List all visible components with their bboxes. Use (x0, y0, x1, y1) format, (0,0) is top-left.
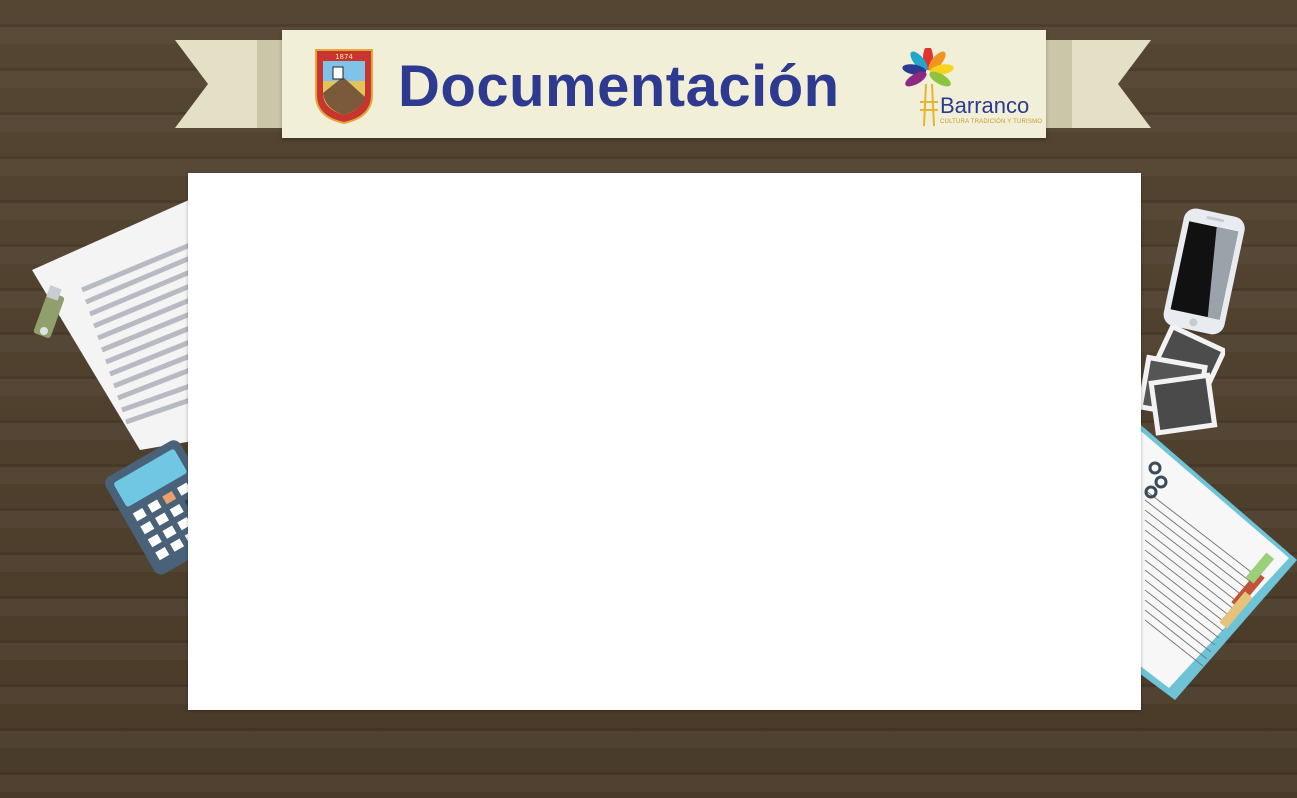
smartphone-icon (1163, 208, 1245, 335)
brand-tagline: CULTURA TRADICIÓN Y TURISMO (940, 119, 1043, 125)
shield-year: 1874 (335, 53, 353, 61)
coat-of-arms-icon: 1874 (315, 49, 373, 125)
banner-fold-left (257, 40, 285, 128)
brand-name: Barranco (940, 93, 1030, 118)
notebook-icon (1135, 420, 1297, 700)
content-board (188, 173, 1141, 710)
page-title: Documentación (398, 54, 840, 119)
banner-fold-right (1044, 40, 1072, 128)
usb-drive-icon (33, 285, 65, 338)
